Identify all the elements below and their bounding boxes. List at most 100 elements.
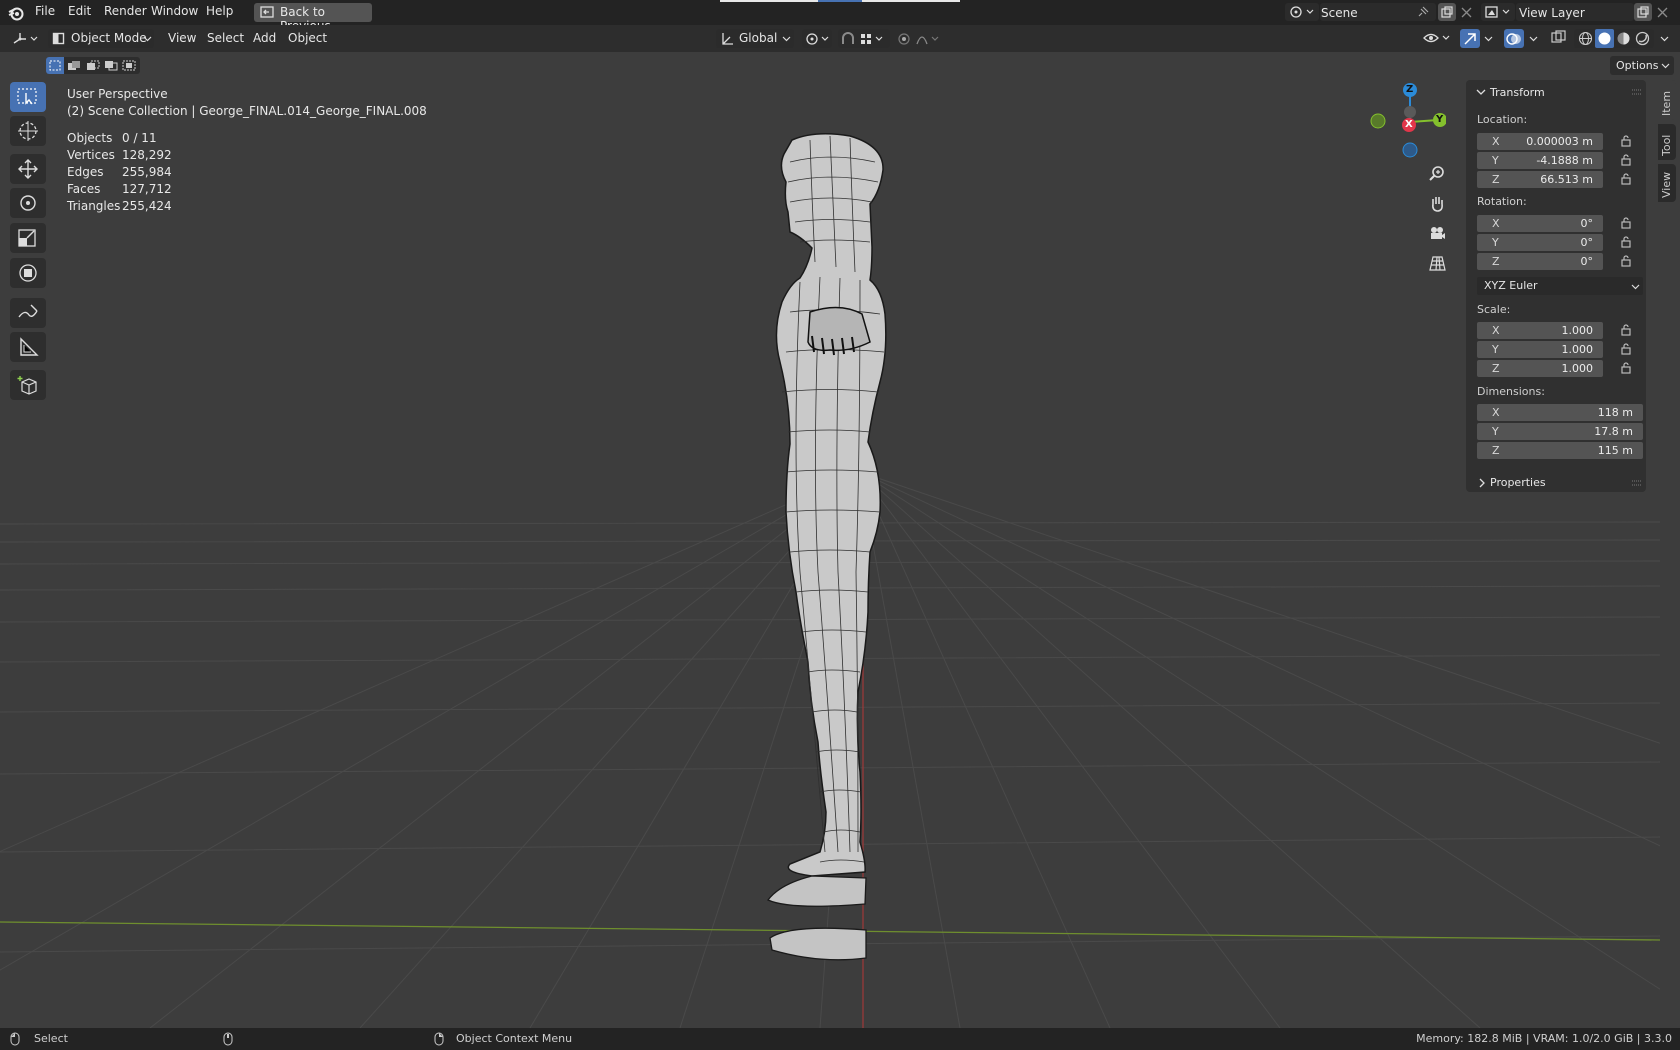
header-menu-view[interactable]: View	[168, 31, 196, 45]
annotate-tool[interactable]	[10, 298, 46, 328]
axis-label: X	[1492, 217, 1500, 230]
lock-icon[interactable]	[1621, 343, 1633, 355]
mode-dropdown[interactable]: Object Mode	[48, 29, 154, 48]
overlays-toggle[interactable]	[1504, 29, 1524, 48]
scene-name-field[interactable]: Scene	[1320, 3, 1436, 21]
lock-icon[interactable]	[1621, 236, 1633, 248]
cursor-tool[interactable]	[10, 116, 46, 146]
collapse-chevron-icon[interactable]	[1476, 87, 1486, 97]
blender-logo-icon[interactable]	[8, 5, 24, 21]
header-menu-object[interactable]: Object	[288, 31, 327, 45]
scene-icon	[1290, 6, 1314, 18]
3d-viewport[interactable]: User Perspective (2) Scene Collection | …	[0, 52, 1660, 1028]
lock-icon[interactable]	[1621, 217, 1633, 229]
rotation-x-field[interactable]: X 0°	[1477, 215, 1603, 232]
transform-panel-title[interactable]: Transform	[1490, 86, 1545, 99]
proportional-editing-controls[interactable]	[894, 29, 946, 48]
select-intersect-icon[interactable]	[122, 60, 136, 71]
eye-icon	[1423, 33, 1450, 43]
collection-path-label: (2) Scene Collection | George_FINAL.014_…	[67, 104, 427, 118]
measure-tool[interactable]	[10, 332, 46, 362]
pan-button[interactable]	[1422, 190, 1452, 216]
lock-icon[interactable]	[1621, 173, 1633, 185]
back-to-previous-button[interactable]: Back to Previous	[254, 3, 372, 33]
dimensions-x-field[interactable]: X 118 m	[1477, 404, 1643, 421]
select-extend-icon[interactable]	[67, 60, 81, 71]
drag-handle-icon[interactable]	[1631, 479, 1643, 487]
scale-z-field[interactable]: Z 1.000	[1477, 360, 1603, 377]
stat-value-vertices: 128,292	[122, 148, 172, 162]
viewport-header: Object Mode View Select Add Object Globa…	[0, 25, 1680, 52]
transform-tool[interactable]	[10, 258, 46, 288]
rendered-shading-icon[interactable]	[1635, 31, 1650, 46]
select-subtract-icon[interactable]	[86, 60, 100, 71]
field-value: 0°	[1580, 236, 1594, 249]
duplicate-icon	[1637, 6, 1649, 18]
rotation-mode-dropdown[interactable]: XYZ Euler	[1477, 277, 1643, 295]
visibility-dropdown[interactable]	[1420, 29, 1454, 48]
chevron-down-icon[interactable]	[1529, 36, 1538, 42]
tab-item[interactable]: Item	[1658, 80, 1676, 120]
dimensions-y-field[interactable]: Y 17.8 m	[1477, 423, 1643, 440]
add-cube-tool[interactable]	[10, 370, 46, 400]
scale-x-field[interactable]: X 1.000	[1477, 322, 1603, 339]
location-x-field[interactable]: X 0.000003 m	[1477, 133, 1603, 150]
menu-help[interactable]: Help	[206, 4, 233, 18]
pivot-icon	[806, 33, 829, 45]
select-box-tool[interactable]	[10, 82, 46, 112]
select-new-mode[interactable]	[46, 57, 64, 74]
header-menu-add[interactable]: Add	[253, 31, 276, 45]
rotation-z-field[interactable]: Z 0°	[1477, 253, 1603, 270]
tab-view[interactable]: View	[1658, 164, 1676, 202]
view-layer-type-dropdown[interactable]	[1481, 3, 1515, 21]
expand-chevron-icon[interactable]	[1477, 478, 1487, 488]
scene-type-dropdown[interactable]	[1285, 3, 1319, 21]
menu-window[interactable]: Window	[151, 4, 198, 18]
solid-shading-button[interactable]	[1595, 29, 1614, 48]
close-scene-icon[interactable]	[1461, 7, 1472, 18]
editor-type-dropdown[interactable]	[8, 29, 40, 48]
location-z-field[interactable]: Z 66.513 m	[1477, 171, 1603, 188]
properties-panel-title[interactable]: Properties	[1490, 476, 1546, 489]
drag-handle-icon[interactable]	[1631, 88, 1643, 96]
camera-view-button[interactable]	[1422, 220, 1452, 246]
new-scene-button[interactable]	[1438, 3, 1456, 21]
xray-toggle-icon[interactable]	[1551, 30, 1566, 45]
snap-controls[interactable]	[838, 29, 890, 48]
rotation-y-field[interactable]: Y 0°	[1477, 234, 1603, 251]
move-tool[interactable]	[10, 154, 46, 184]
menu-render[interactable]: Render	[104, 4, 147, 18]
menu-edit[interactable]: Edit	[68, 4, 91, 18]
view-layer-name-field[interactable]: View Layer	[1516, 3, 1634, 21]
field-value: -4.1888 m	[1536, 154, 1593, 167]
shading-mode-group	[1574, 29, 1654, 48]
pin-icon[interactable]	[1417, 6, 1429, 18]
lock-icon[interactable]	[1621, 324, 1633, 336]
wireframe-shading-icon[interactable]	[1578, 31, 1593, 46]
chevron-down-icon[interactable]	[1660, 36, 1669, 42]
close-view-layer-icon[interactable]	[1657, 7, 1668, 18]
lock-icon[interactable]	[1621, 362, 1633, 374]
material-preview-icon[interactable]	[1616, 31, 1631, 46]
scale-tool[interactable]	[10, 223, 46, 253]
header-menu-select[interactable]: Select	[207, 31, 244, 45]
scale-y-field[interactable]: Y 1.000	[1477, 341, 1603, 358]
select-invert-icon[interactable]	[104, 60, 118, 71]
pivot-point-dropdown[interactable]	[802, 29, 832, 48]
lock-icon[interactable]	[1621, 255, 1633, 267]
chevron-down-icon[interactable]	[1484, 36, 1493, 42]
dimensions-z-field[interactable]: Z 115 m	[1477, 442, 1643, 459]
rotate-tool[interactable]	[10, 188, 46, 218]
gizmo-toggle[interactable]	[1460, 29, 1480, 48]
ruler-icon	[20, 337, 39, 356]
tab-tool[interactable]: Tool	[1658, 124, 1676, 160]
lock-icon[interactable]	[1621, 154, 1633, 166]
transform-orientation-dropdown[interactable]: Global	[716, 29, 794, 48]
lock-icon[interactable]	[1621, 135, 1633, 147]
zoom-button[interactable]	[1422, 160, 1452, 186]
menu-file[interactable]: File	[35, 4, 55, 18]
location-y-field[interactable]: Y -4.1888 m	[1477, 152, 1603, 169]
new-view-layer-button[interactable]	[1634, 3, 1652, 21]
options-dropdown[interactable]: Options	[1610, 56, 1674, 75]
perspective-toggle-button[interactable]	[1422, 250, 1452, 276]
